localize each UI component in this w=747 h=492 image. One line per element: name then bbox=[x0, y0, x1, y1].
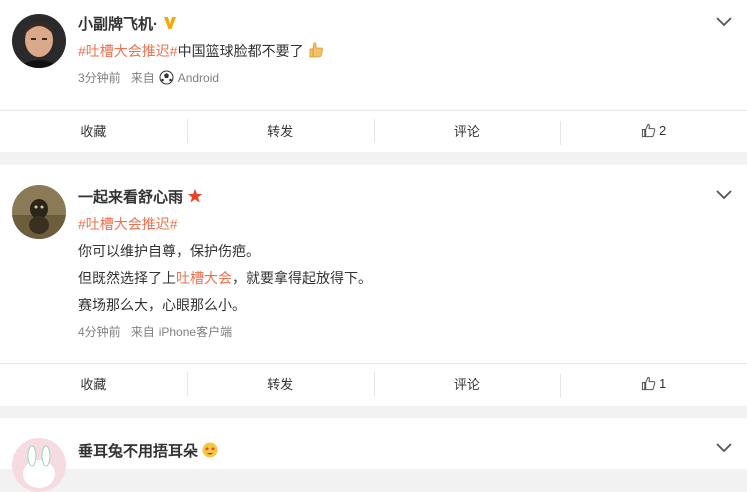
post-card: 一起来看舒心雨 #吐槽大会推迟# 你可以维护自尊，保护伤疤。 但既然选择了上吐槽… bbox=[0, 165, 747, 406]
star-struck-face-icon bbox=[202, 442, 218, 458]
star-badge-icon bbox=[187, 188, 203, 204]
post-text: #吐槽大会推迟#中国篮球脸都不要了 bbox=[78, 41, 325, 62]
comment-label: 评论 bbox=[453, 123, 480, 139]
favorite-button[interactable]: 收藏 bbox=[0, 121, 187, 140]
username[interactable]: 一起来看舒心雨 bbox=[78, 186, 203, 207]
post-text-body: 中国篮球脸都不要了 bbox=[177, 43, 304, 59]
favorite-label: 收藏 bbox=[80, 123, 107, 139]
topic-tag[interactable]: #吐槽大会推迟# bbox=[78, 216, 178, 232]
verified-badge-icon bbox=[162, 15, 178, 31]
chevron-down-icon[interactable] bbox=[715, 16, 733, 28]
username[interactable]: 垂耳兔不用捂耳朵 bbox=[78, 440, 218, 461]
repost-label: 转发 bbox=[267, 123, 294, 139]
post-text-body: 但既然选择了上 bbox=[78, 270, 176, 286]
favorite-label: 收藏 bbox=[80, 376, 107, 392]
chevron-down-icon[interactable] bbox=[715, 189, 733, 201]
action-bar: 收藏 转发 评论 2 bbox=[0, 110, 747, 149]
inline-topic-link[interactable]: 吐槽大会 bbox=[176, 270, 232, 286]
comment-button[interactable]: 评论 bbox=[373, 371, 561, 396]
post-card: 垂耳兔不用捂耳朵 bbox=[0, 418, 747, 492]
post-time[interactable]: 4分钟前 bbox=[78, 323, 121, 340]
avatar[interactable] bbox=[12, 438, 66, 492]
post-text-line: 但既然选择了上吐槽大会，就要拿得起放得下。 bbox=[78, 268, 372, 288]
post-meta: 4分钟前 来自 iPhone客户端 bbox=[78, 323, 232, 340]
chevron-down-icon[interactable] bbox=[715, 442, 733, 454]
comment-button[interactable]: 评论 bbox=[373, 118, 561, 143]
post-meta: 3分钟前 来自 Android bbox=[78, 69, 219, 86]
like-button[interactable]: 1 bbox=[560, 373, 747, 398]
username-text[interactable]: 小副牌飞机· bbox=[78, 16, 158, 33]
post-card: 小副牌飞机· #吐槽大会推迟#中国篮球脸都不要了 3分钟前 来自 Android… bbox=[0, 0, 747, 152]
avatar[interactable] bbox=[12, 185, 66, 239]
android-icon bbox=[159, 70, 174, 85]
action-bar: 收藏 转发 评论 1 bbox=[0, 363, 747, 402]
source-prefix: 来自 bbox=[130, 71, 155, 85]
source-prefix: 来自 bbox=[130, 325, 155, 339]
post-text-body: ，就要拿得起放得下。 bbox=[232, 270, 372, 286]
post-source[interactable]: iPhone客户端 bbox=[159, 323, 232, 340]
like-icon bbox=[641, 376, 656, 390]
like-count: 1 bbox=[659, 375, 667, 391]
like-icon bbox=[641, 123, 656, 137]
post-text-body: 你可以维护自尊，保护伤疤。 bbox=[78, 243, 260, 259]
repost-label: 转发 bbox=[267, 376, 294, 392]
thumbs-up-icon bbox=[307, 41, 325, 62]
topic-tag[interactable]: #吐槽大会推迟# bbox=[78, 43, 178, 59]
post-time[interactable]: 3分钟前 bbox=[78, 69, 121, 86]
post-text-line: #吐槽大会推迟# bbox=[78, 214, 178, 234]
post-text-body: 赛场那么大，心眼那么小。 bbox=[78, 297, 246, 313]
post-source[interactable]: Android bbox=[178, 71, 219, 85]
repost-button[interactable]: 转发 bbox=[186, 118, 374, 143]
like-count: 2 bbox=[659, 122, 667, 138]
avatar[interactable] bbox=[12, 14, 66, 68]
username[interactable]: 小副牌飞机· bbox=[78, 13, 178, 34]
post-text-line: 赛场那么大，心眼那么小。 bbox=[78, 295, 246, 315]
username-text[interactable]: 垂耳兔不用捂耳朵 bbox=[78, 443, 198, 460]
repost-button[interactable]: 转发 bbox=[186, 371, 374, 396]
post-text-line: 你可以维护自尊，保护伤疤。 bbox=[78, 241, 260, 261]
like-button[interactable]: 2 bbox=[560, 120, 747, 145]
username-text[interactable]: 一起来看舒心雨 bbox=[78, 189, 183, 206]
favorite-button[interactable]: 收藏 bbox=[0, 374, 187, 393]
comment-label: 评论 bbox=[453, 376, 480, 392]
